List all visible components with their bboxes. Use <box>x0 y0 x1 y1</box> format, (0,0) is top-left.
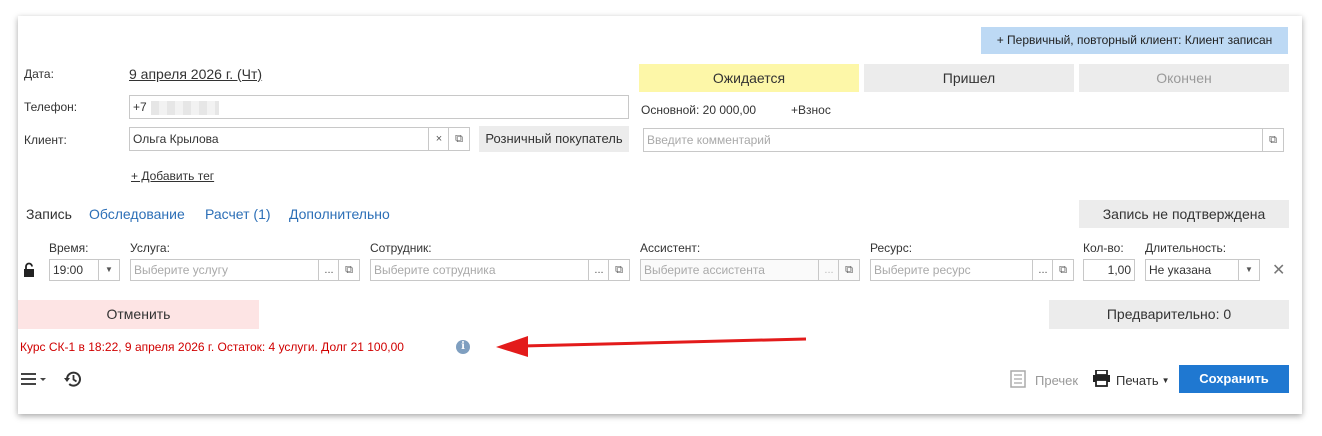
course-info-text: Курс СК-1 в 18:22, 9 апреля 2026 г. Оста… <box>20 340 404 354</box>
tab-examination[interactable]: Обследование <box>89 206 185 222</box>
arrow-annotation <box>496 336 807 357</box>
client-value: Ольга Крылова <box>133 132 219 146</box>
service-open-icon[interactable]: ⧉ <box>338 260 359 280</box>
resource-label: Ресурс: <box>870 241 913 255</box>
quantity-label: Кол-во: <box>1083 241 1124 255</box>
service-placeholder: Выберите услугу <box>134 263 229 277</box>
duration-select[interactable]: Не указана ▼ <box>1145 259 1260 281</box>
unlock-icon[interactable] <box>23 262 37 278</box>
time-select[interactable]: 19:00 ▼ <box>49 259 120 281</box>
assistant-select-button[interactable]: ... <box>818 260 839 280</box>
balance-main: Основной: 20 000,00 <box>641 103 757 117</box>
save-button[interactable]: Сохранить <box>1179 365 1289 393</box>
comment-placeholder: Введите комментарий <box>647 133 771 147</box>
assistant-open-icon[interactable]: ⧉ <box>838 260 859 280</box>
print-icon[interactable] <box>1092 370 1111 387</box>
service-select-button[interactable]: ... <box>318 260 339 280</box>
resource-select-button[interactable]: ... <box>1032 260 1053 280</box>
client-label: Клиент: <box>24 133 67 147</box>
deposit-link[interactable]: +Взнос <box>791 103 831 117</box>
employee-placeholder: Выберите сотрудника <box>374 263 496 277</box>
resource-open-icon[interactable]: ⧉ <box>1052 260 1073 280</box>
phone-input[interactable]: +7 <box>129 95 629 119</box>
phone-value: +7 <box>133 100 147 114</box>
phone-redacted <box>150 100 219 115</box>
open-comment-icon[interactable]: ⧉ <box>1262 129 1283 151</box>
time-dropdown-icon[interactable]: ▼ <box>98 260 119 280</box>
resource-input[interactable]: Выберите ресурс ... ⧉ <box>870 259 1074 281</box>
status-arrived-button[interactable]: Пришел <box>864 64 1074 92</box>
service-label: Услуга: <box>130 241 170 255</box>
tab-additional[interactable]: Дополнительно <box>289 206 390 222</box>
receipt-icon[interactable] <box>1010 370 1026 388</box>
duration-label: Длительность: <box>1145 241 1227 255</box>
client-type-badge[interactable]: + Первичный, повторный клиент: Клиент за… <box>981 27 1288 54</box>
phone-label: Телефон: <box>24 100 78 114</box>
info-icon[interactable]: i <box>456 340 470 354</box>
assistant-label: Ассистент: <box>640 241 701 255</box>
quantity-input[interactable]: 1,00 <box>1083 259 1135 281</box>
comment-input[interactable]: Введите комментарий ⧉ <box>643 128 1284 152</box>
retail-customer-button[interactable]: Розничный покупатель <box>479 126 629 152</box>
clear-client-button[interactable]: × <box>428 128 449 150</box>
open-client-icon[interactable]: ⧉ <box>448 128 469 150</box>
resource-placeholder: Выберите ресурс <box>874 263 971 277</box>
employee-open-icon[interactable]: ⧉ <box>608 260 629 280</box>
duration-dropdown-icon[interactable]: ▼ <box>1238 260 1259 280</box>
confirm-status-button[interactable]: Запись не подтверждена <box>1079 200 1289 228</box>
date-label: Дата: <box>24 67 54 81</box>
preliminary-button[interactable]: Предварительно: 0 <box>1049 300 1289 329</box>
print-button[interactable]: Печать ▼ <box>1116 373 1170 388</box>
history-icon[interactable] <box>63 369 83 389</box>
time-label: Время: <box>49 241 89 255</box>
print-label: Печать <box>1116 373 1159 388</box>
assistant-input[interactable]: Выберите ассистента ... ⧉ <box>640 259 860 281</box>
date-link[interactable]: 9 апреля 2026 г. (Чт) <box>129 66 262 82</box>
menu-icon[interactable] <box>21 372 47 386</box>
time-value: 19:00 <box>53 263 84 277</box>
tab-record[interactable]: Запись <box>26 206 72 222</box>
employee-input[interactable]: Выберите сотрудника ... ⧉ <box>370 259 630 281</box>
client-input[interactable]: Ольга Крылова × ⧉ <box>129 127 470 151</box>
receipt-button[interactable]: Пречек <box>1035 373 1078 388</box>
service-input[interactable]: Выберите услугу ... ⧉ <box>130 259 360 281</box>
cancel-button[interactable]: Отменить <box>18 300 259 329</box>
assistant-placeholder: Выберите ассистента <box>644 263 765 277</box>
duration-value: Не указана <box>1149 263 1212 277</box>
print-dropdown-icon: ▼ <box>1161 376 1170 385</box>
appointment-form: + Первичный, повторный клиент: Клиент за… <box>18 16 1302 414</box>
add-tag-link[interactable]: + Добавить тег <box>131 169 214 183</box>
tab-calculation[interactable]: Расчет (1) <box>205 206 271 222</box>
employee-select-button[interactable]: ... <box>588 260 609 280</box>
employee-label: Сотрудник: <box>370 241 432 255</box>
delete-row-button[interactable]: ✕ <box>1272 260 1285 280</box>
status-finished-button[interactable]: Окончен <box>1079 64 1289 92</box>
status-waiting-button[interactable]: Ожидается <box>639 64 859 92</box>
